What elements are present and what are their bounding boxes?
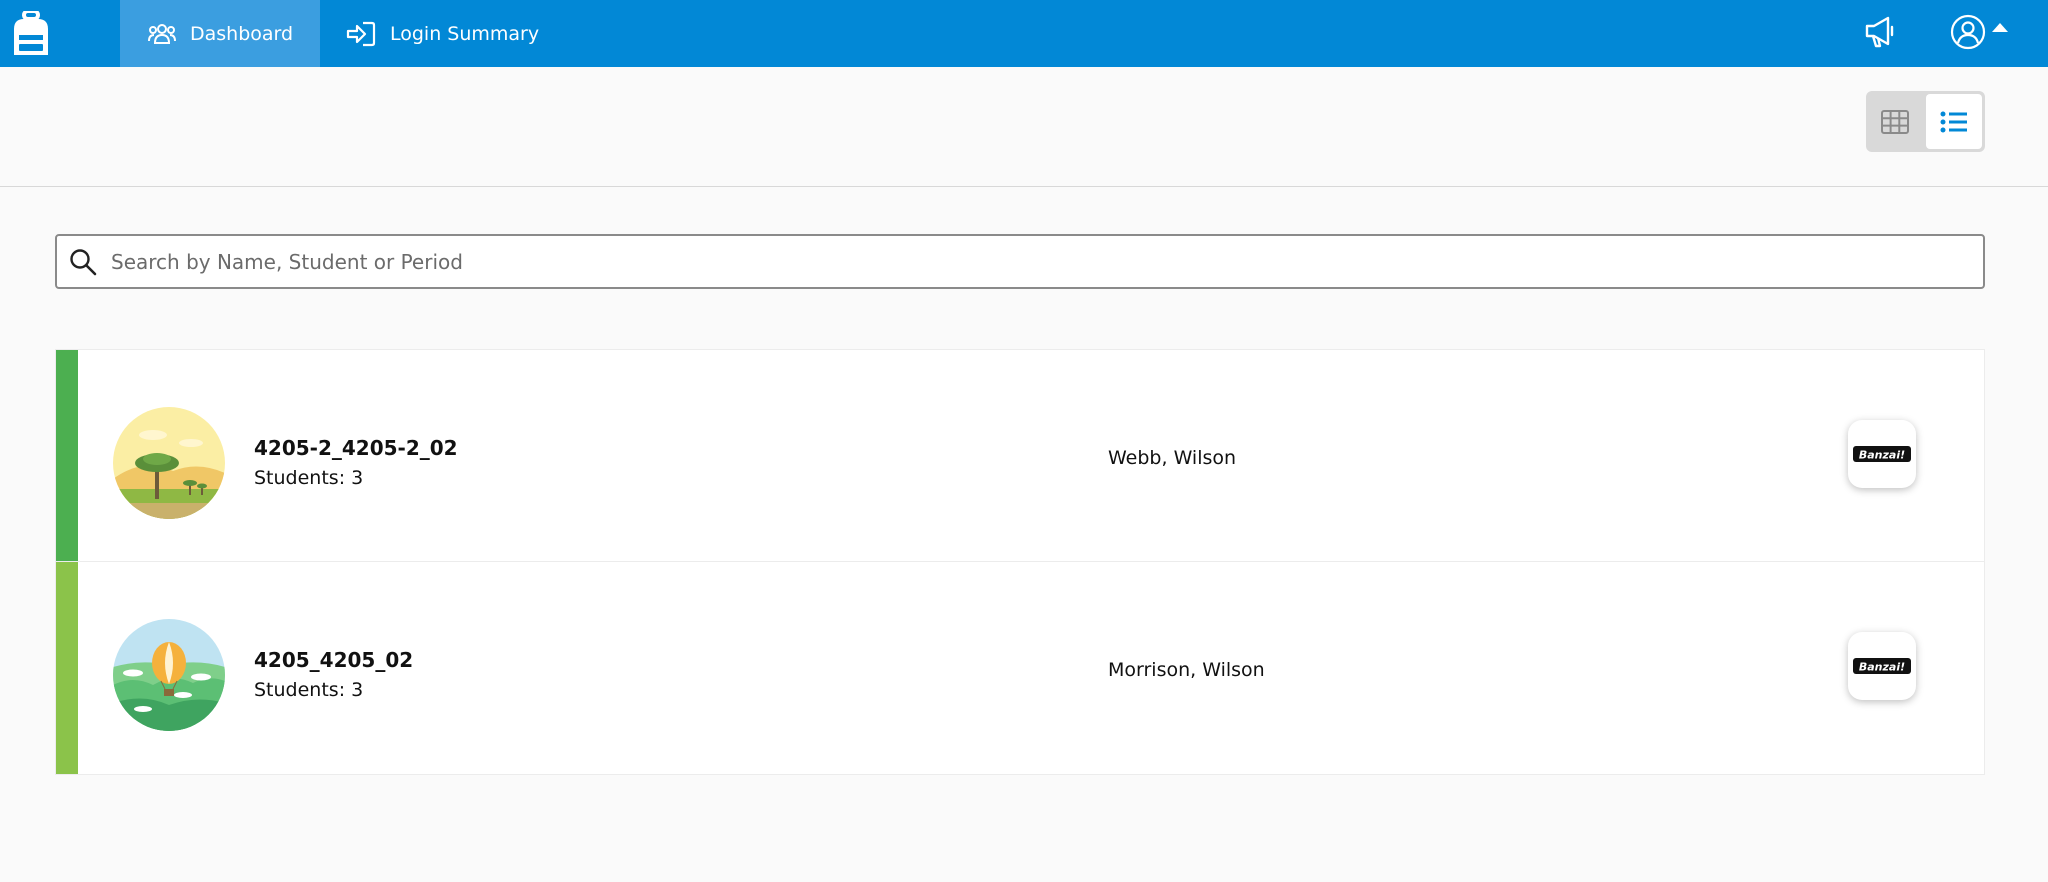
class-name: 4205_4205_02 [254, 648, 414, 672]
user-circle-icon [1950, 14, 1986, 50]
class-name: 4205-2_4205-2_02 [254, 436, 458, 460]
backpack-logo-icon[interactable] [10, 9, 52, 57]
list-view-button[interactable] [1926, 94, 1982, 149]
tab-dashboard-label: Dashboard [190, 22, 294, 45]
tab-dashboard[interactable]: Dashboard [120, 0, 320, 67]
sign-in-icon [346, 21, 376, 46]
search-icon [70, 248, 97, 275]
teacher-name: Morrison, Wilson [1108, 659, 1265, 681]
search-input[interactable] [111, 249, 1911, 274]
savanna-image [113, 407, 225, 519]
list-icon [1940, 111, 1967, 132]
banzai-app-icon[interactable]: Banzai! [1848, 632, 1916, 700]
users-icon [148, 23, 176, 44]
grid-view-button[interactable] [1866, 91, 1924, 152]
class-list: 4205-2_4205-2_02 Students: 3 Webb, Wilso… [55, 349, 1985, 775]
class-row[interactable]: 4205-2_4205-2_02 Students: 3 Webb, Wilso… [55, 349, 1985, 562]
class-color-stripe [56, 350, 78, 561]
page-toolbar [0, 67, 2048, 187]
student-count: Students: 3 [254, 467, 364, 489]
tab-login-summary-label: Login Summary [390, 22, 540, 45]
class-color-stripe [56, 562, 78, 774]
student-count: Students: 3 [254, 679, 364, 701]
announcement-icon[interactable] [1864, 14, 1896, 54]
teacher-name: Webb, Wilson [1108, 447, 1237, 469]
grid-icon [1881, 109, 1909, 134]
caret-up-icon [1992, 23, 2008, 32]
tab-login-summary[interactable]: Login Summary [346, 0, 539, 67]
banzai-app-label: Banzai! [1859, 661, 1905, 674]
banzai-app-label: Banzai! [1859, 449, 1905, 462]
search-bar [55, 234, 1985, 289]
top-navigation-bar: Dashboard Login Summary [0, 0, 2048, 67]
class-row[interactable]: 4205_4205_02 Students: 3 Morrison, Wilso… [55, 562, 1985, 775]
hot-air-balloon-image [113, 619, 225, 731]
banzai-app-icon[interactable]: Banzai! [1848, 420, 1916, 488]
profile-menu[interactable] [1950, 14, 2010, 50]
